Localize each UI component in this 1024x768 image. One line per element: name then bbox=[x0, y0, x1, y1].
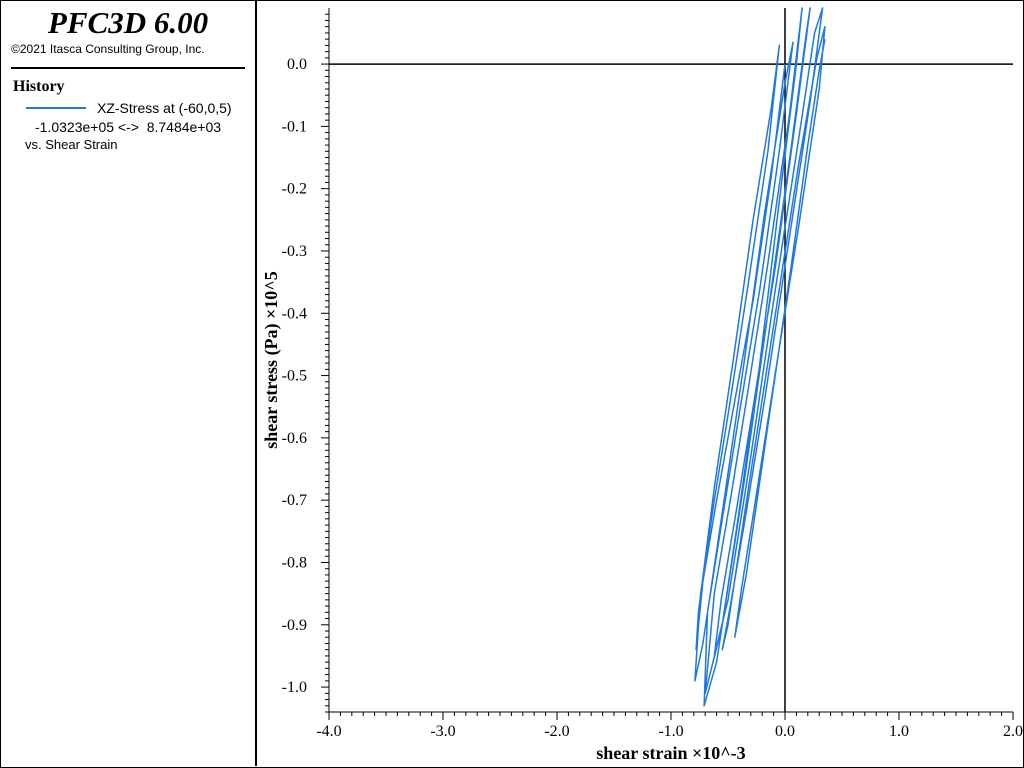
y-tick-label: 0.0 bbox=[287, 56, 307, 73]
y-tick-label: -0.7 bbox=[282, 492, 307, 509]
series-line-swatch bbox=[26, 107, 86, 109]
y-tick-label: -0.4 bbox=[282, 305, 307, 322]
series-vs-label: vs. Shear Strain bbox=[25, 137, 118, 152]
legend-divider bbox=[11, 67, 245, 69]
y-tick-label: -0.8 bbox=[282, 554, 307, 571]
copyright-text: ©2021 Itasca Consulting Group, Inc. bbox=[11, 42, 205, 56]
x-tick-label: 1.0 bbox=[889, 723, 909, 740]
app-title: PFC3D 6.00 bbox=[47, 5, 209, 40]
series-line bbox=[694, 7, 826, 707]
x-tick-label: -3.0 bbox=[430, 723, 455, 740]
plot-area: 0.0 -0.1 -0.2 -0.3 -0.4 -0.5 -0.6 -0.7 -0.8 -0.9 -… bbox=[261, 7, 1023, 763]
y-axis-title: shear stress (Pa) ×10^5 bbox=[261, 271, 282, 449]
y-tick-label: -0.6 bbox=[282, 430, 307, 447]
y-tick-label: -0.1 bbox=[282, 118, 307, 135]
y-tick-label: -1.0 bbox=[282, 679, 307, 696]
legend-panel: PFC3D 6.00 ©2021 Itasca Consulting Group… bbox=[1, 1, 257, 766]
series-label: XZ-Stress at (-60,0,5) bbox=[97, 100, 232, 116]
y-tick-label: -0.9 bbox=[282, 617, 307, 634]
y-tick-label: -0.5 bbox=[282, 368, 307, 385]
x-tick-label: 2.0 bbox=[1003, 723, 1023, 740]
y-tick-label: -0.2 bbox=[282, 181, 307, 198]
axes-group: 0.0 -0.1 -0.2 -0.3 -0.4 -0.5 -0.6 -0.7 -0.8 -0.9 -… bbox=[282, 8, 1023, 740]
x-tick-label: -2.0 bbox=[544, 723, 569, 740]
series-range: -1.0323e+05 <-> 8.7484e+03 bbox=[35, 119, 222, 135]
history-heading: History bbox=[13, 78, 65, 95]
x-tick-label: -4.0 bbox=[316, 723, 341, 740]
x-tick-label: -1.0 bbox=[658, 723, 683, 740]
series-group bbox=[694, 7, 826, 707]
y-tick-label: -0.3 bbox=[282, 243, 307, 260]
x-tick-label: 0.0 bbox=[775, 723, 795, 740]
x-axis-title: shear strain ×10^-3 bbox=[596, 743, 745, 763]
